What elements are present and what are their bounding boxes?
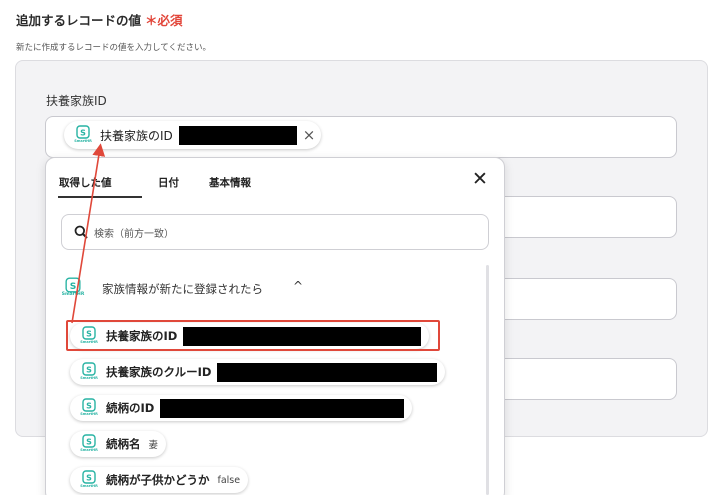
annotation-arrow xyxy=(71,143,106,324)
record-value-form: 追加するレコードの値 ＊必須 新たに作成するレコードの値を入力してください。 扶養… xyxy=(0,0,709,495)
